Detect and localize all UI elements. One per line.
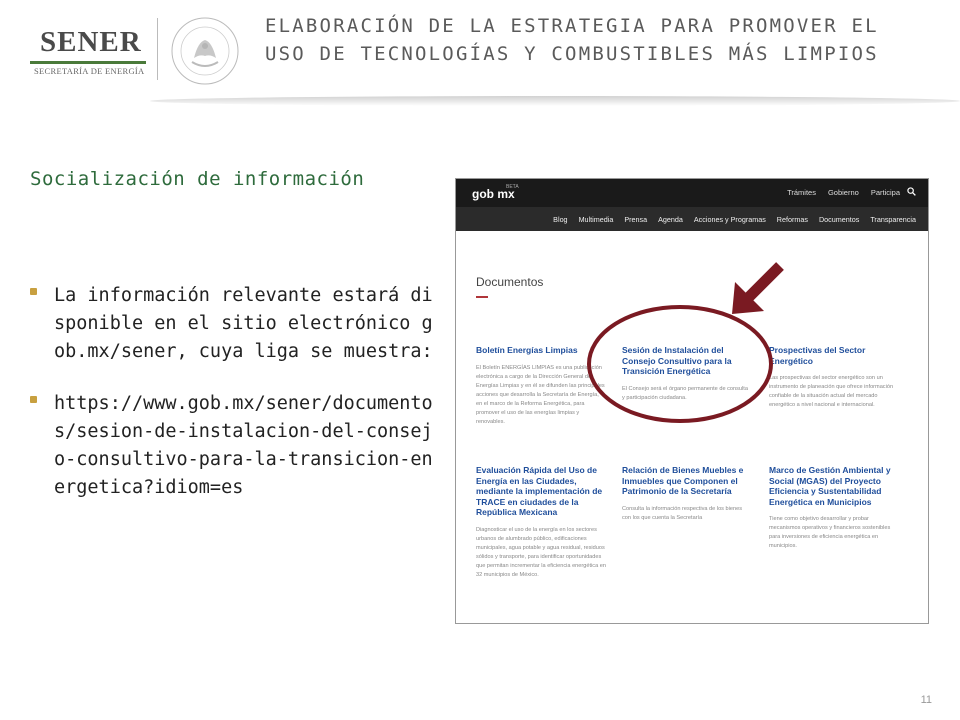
beta-tag: BETA bbox=[506, 184, 519, 190]
bullet-item: https://www.gob.mx/sener/documentos/sesi… bbox=[30, 390, 440, 502]
doc-card-title[interactable]: Boletín Energías Limpias bbox=[476, 345, 606, 356]
logo-subtitle: SECRETARÍA DE ENERGÍA bbox=[34, 66, 145, 76]
nav-link-agenda[interactable]: Agenda bbox=[658, 215, 683, 224]
header-shadow bbox=[150, 96, 960, 106]
logo-text: SENER bbox=[40, 26, 142, 58]
doc-card-title[interactable]: Prospectivas del Sector Energético bbox=[769, 345, 899, 366]
doc-card[interactable]: Sesión de Instalación del Consejo Consul… bbox=[622, 345, 752, 403]
secondary-navbar: Blog Multimedia Prensa Agenda Acciones y… bbox=[456, 207, 928, 231]
documents-heading: Documentos bbox=[476, 275, 544, 289]
bullet-url[interactable]: https://www.gob.mx/sener/documentos/sesi… bbox=[54, 390, 440, 502]
page-number: 11 bbox=[920, 694, 932, 706]
bullet-item: La información relevante estará disponib… bbox=[30, 282, 440, 366]
nav-link-transparencia[interactable]: Transparencia bbox=[870, 215, 916, 224]
nav-link-tramites[interactable]: Trámites bbox=[787, 188, 816, 197]
nav-link-multimedia[interactable]: Multimedia bbox=[579, 215, 614, 224]
slide-title: ELABORACIÓN DE LA ESTRATEGIA PARA PROMOV… bbox=[265, 12, 955, 68]
bullet-marker bbox=[30, 288, 37, 295]
doc-card[interactable]: Prospectivas del Sector Energético Las p… bbox=[769, 345, 899, 410]
doc-card[interactable]: Marco de Gestión Ambiental y Social (MGA… bbox=[769, 465, 899, 551]
bullet-marker bbox=[30, 396, 37, 403]
section-title: Socialización de información bbox=[30, 168, 365, 190]
nav-link-participa[interactable]: Participa bbox=[871, 188, 900, 197]
doc-card-body: Diagnosticar el uso de la energía en los… bbox=[476, 526, 606, 578]
sub-links: Blog Multimedia Prensa Agenda Acciones y… bbox=[553, 215, 916, 224]
nav-link-reformas[interactable]: Reformas bbox=[777, 215, 808, 224]
doc-card-body: Las prospectivas del sector energético s… bbox=[769, 375, 894, 408]
doc-card-body: Consulta la información respectiva de lo… bbox=[622, 505, 743, 521]
nav-link-blog[interactable]: Blog bbox=[553, 215, 567, 224]
top-links: Trámites Gobierno Participa bbox=[787, 188, 900, 197]
nav-link-documentos[interactable]: Documentos bbox=[819, 215, 859, 224]
search-icon[interactable] bbox=[907, 187, 916, 196]
doc-card[interactable]: Evaluación Rápida del Uso de Energía en … bbox=[476, 465, 606, 580]
bullet-text: La información relevante estará disponib… bbox=[54, 285, 433, 362]
nav-link-acciones[interactable]: Acciones y Programas bbox=[694, 215, 766, 224]
top-navbar: gob mx BETA Trámites Gobierno Participa bbox=[456, 179, 928, 207]
nav-link-gobierno[interactable]: Gobierno bbox=[828, 188, 859, 197]
title-line-1: ELABORACIÓN DE LA ESTRATEGIA PARA PROMOV… bbox=[265, 15, 879, 37]
doc-card-title[interactable]: Relación de Bienes Muebles e Inmuebles q… bbox=[622, 465, 752, 497]
heading-underline bbox=[476, 296, 488, 298]
title-line-2: USO DE TECNOLOGÍAS Y COMBUSTIBLES MÁS LI… bbox=[265, 43, 879, 65]
doc-card[interactable]: Relación de Bienes Muebles e Inmuebles q… bbox=[622, 465, 752, 523]
doc-card-body: El Consejo será el órgano permanente de … bbox=[622, 385, 748, 401]
doc-card[interactable]: Boletín Energías Limpias El Boletín ENER… bbox=[476, 345, 606, 427]
doc-card-title[interactable]: Marco de Gestión Ambiental y Social (MGA… bbox=[769, 465, 899, 507]
sener-logo: SENER SECRETARÍA DE ENERGÍA bbox=[30, 24, 150, 76]
doc-card-title[interactable]: Evaluación Rápida del Uso de Energía en … bbox=[476, 465, 606, 518]
website-screenshot: gob mx BETA Trámites Gobierno Participa … bbox=[455, 178, 929, 624]
logo-rule bbox=[30, 61, 146, 64]
bullet-list: La información relevante estará disponib… bbox=[30, 282, 440, 526]
doc-card-body: Tiene como objetivo desarrollar y probar… bbox=[769, 516, 891, 549]
national-seal-icon bbox=[171, 17, 239, 85]
slide-header: SENER SECRETARÍA DE ENERGÍA ELABORACIÓN … bbox=[0, 0, 960, 100]
header-divider bbox=[157, 18, 158, 80]
doc-card-body: El Boletín ENERGÍAS LIMPIAS es una publi… bbox=[476, 364, 605, 425]
doc-card-title[interactable]: Sesión de Instalación del Consejo Consul… bbox=[622, 345, 752, 377]
nav-link-prensa[interactable]: Prensa bbox=[624, 215, 647, 224]
